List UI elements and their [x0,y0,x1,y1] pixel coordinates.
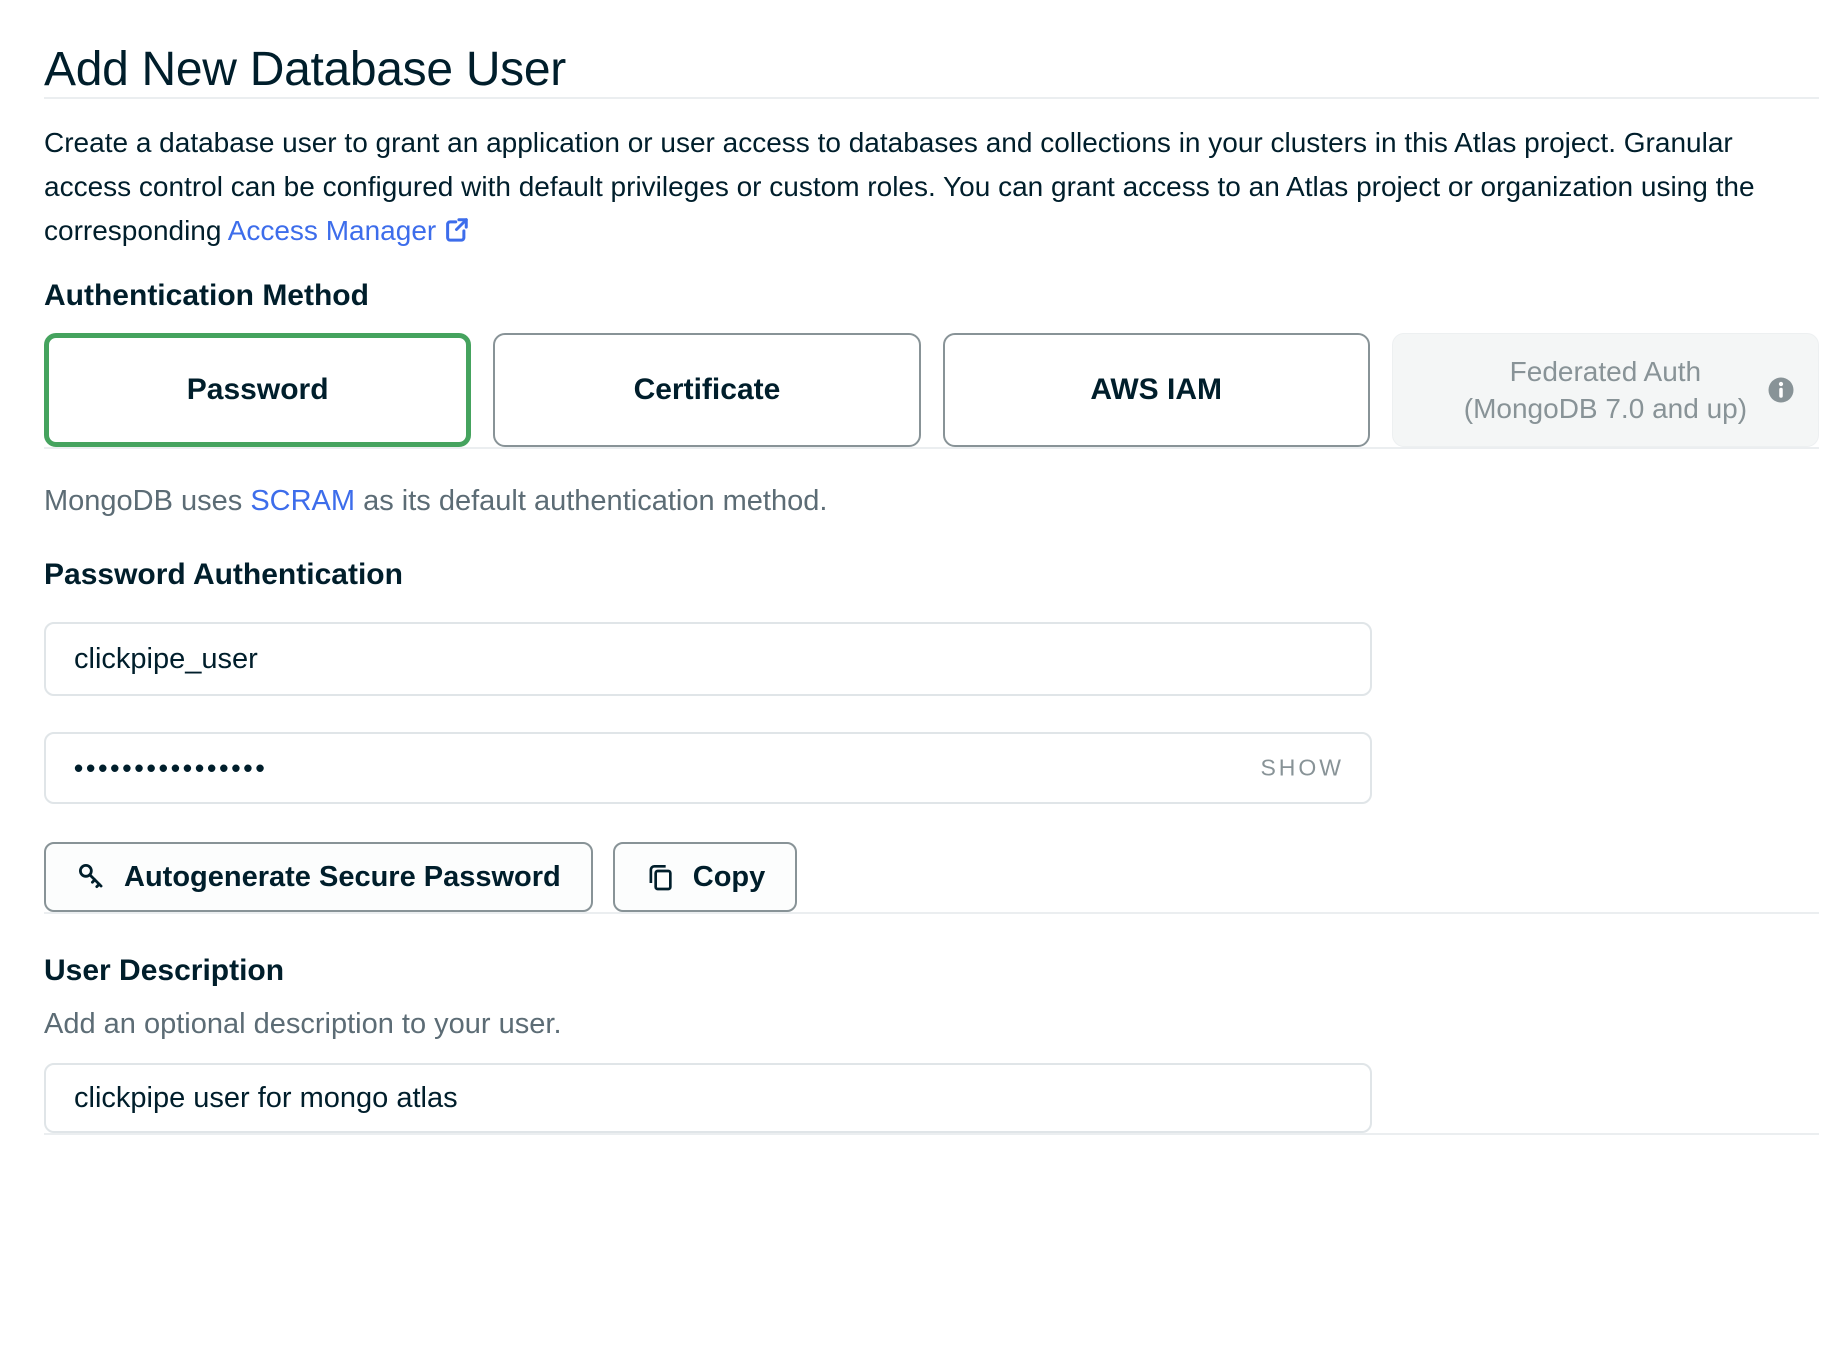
password-field-wrap: SHOW [44,732,1372,804]
auth-method-options: Password Certificate AWS IAM Federated A… [44,333,1819,447]
show-password-button[interactable]: SHOW [1260,755,1344,782]
page-title: Add New Database User [44,42,1819,97]
password-actions: Autogenerate Secure Password Copy [44,842,1819,912]
authentication-method-heading: Authentication Method [44,279,1819,313]
auth-option-federated-auth: Federated Auth (MongoDB 7.0 and up) [1392,333,1819,447]
auth-option-aws-iam[interactable]: AWS IAM [943,333,1370,447]
auth-option-password-label: Password [187,373,329,407]
key-icon [76,861,108,893]
auth-option-federated-auth-label: Federated Auth (MongoDB 7.0 and up) [1464,353,1747,427]
auth-option-certificate[interactable]: Certificate [493,333,920,447]
username-input[interactable] [44,622,1372,696]
auth-option-certificate-label: Certificate [634,373,781,407]
info-icon[interactable] [1766,375,1796,405]
autogenerate-password-button[interactable]: Autogenerate Secure Password [44,842,593,912]
federated-auth-label-line1: Federated Auth [1464,353,1747,390]
scram-note: MongoDB uses SCRAM as its default authen… [44,485,1819,518]
auth-option-aws-iam-label: AWS IAM [1090,373,1222,407]
scram-note-suffix: as its default authentication method. [355,485,827,517]
bottom-divider [44,1133,1819,1135]
external-link-icon [442,214,472,244]
password-input[interactable] [44,732,1372,804]
copy-button-label: Copy [693,861,766,894]
scram-note-prefix: MongoDB uses [44,485,250,517]
copy-icon [645,861,677,893]
user-description-helper: Add an optional description to your user… [44,1008,1819,1041]
intro-text: Create a database user to grant an appli… [44,121,1794,253]
password-authentication-heading: Password Authentication [44,558,1819,592]
scram-link[interactable]: SCRAM [250,485,355,517]
auth-option-password[interactable]: Password [44,333,471,447]
user-description-heading: User Description [44,954,1819,988]
federated-auth-label-line2: (MongoDB 7.0 and up) [1464,390,1747,427]
access-manager-link-label: Access Manager [228,215,437,246]
copy-password-button[interactable]: Copy [613,842,798,912]
autogenerate-password-label: Autogenerate Secure Password [124,861,561,894]
section-divider-password [44,912,1819,914]
section-divider-auth [44,447,1819,449]
title-divider [44,97,1819,99]
access-manager-link[interactable]: Access Manager [228,215,473,246]
add-database-user-page: Add New Database User Create a database … [0,0,1846,1356]
user-description-input[interactable] [44,1063,1372,1133]
